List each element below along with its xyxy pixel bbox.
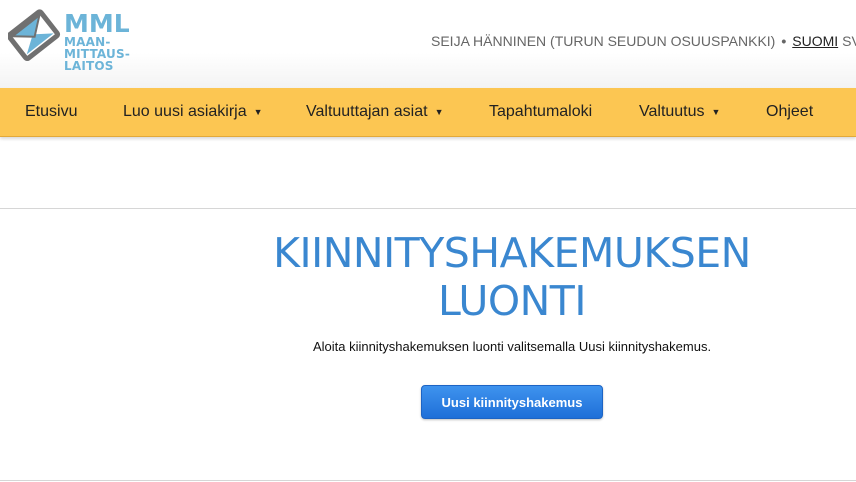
language-finnish-link[interactable]: SUOMI xyxy=(792,33,838,49)
nav-item-luo-uusi-asiakirja[interactable]: Luo uusi asiakirja ▼ xyxy=(123,88,263,136)
nav-item-ohjeet[interactable]: Ohjeet xyxy=(766,88,813,136)
nav-item-tapahtumaloki[interactable]: Tapahtumaloki xyxy=(489,88,592,136)
instruction-text: Aloita kiinnityshakemuksen luonti valits… xyxy=(312,339,712,354)
page-title: KIINNITYSHAKEMUKSEN LUONTI xyxy=(212,229,812,325)
nav-item-etusivu[interactable]: Etusivu xyxy=(25,88,77,136)
logo-main-text: MML xyxy=(64,9,130,38)
user-name: SEIJA HÄNNINEN (TURUN SEUDUN OSUUSPANKKI… xyxy=(431,33,776,49)
nav-item-label: Etusivu xyxy=(25,103,78,120)
mml-logo[interactable]: MML MAAN- MITTAUS- LAITOS xyxy=(8,6,130,72)
page-title-line-1: KIINNITYSHAKEMUKSEN xyxy=(273,229,751,277)
nav-item-label: Valtuuttajan asiat xyxy=(306,103,428,120)
nav-item-valtuuttajan-asiat[interactable]: Valtuuttajan asiat ▼ xyxy=(306,88,443,136)
nav-item-label: Tapahtumaloki xyxy=(489,103,593,120)
caret-down-icon: ▼ xyxy=(253,107,263,117)
page-header: MML MAAN- MITTAUS- LAITOS SEIJA HÄNNINEN… xyxy=(0,0,856,88)
separator: • xyxy=(781,33,787,49)
envelope-logo-icon xyxy=(8,9,61,62)
content-divider-top xyxy=(0,208,856,209)
page-title-line-2: LUONTI xyxy=(438,277,586,325)
caret-down-icon: ▼ xyxy=(434,107,444,117)
nav-item-label: Ohjeet xyxy=(766,103,814,120)
user-bar: SEIJA HÄNNINEN (TURUN SEUDUN OSUUSPANKKI… xyxy=(431,33,856,49)
content-divider-bottom xyxy=(0,480,856,481)
caret-down-icon: ▼ xyxy=(711,107,721,117)
new-mortgage-application-button[interactable]: Uusi kiinnityshakemus xyxy=(421,385,603,419)
logo-text: MML MAAN- MITTAUS- LAITOS xyxy=(64,11,130,72)
nav-item-label: Valtuutus xyxy=(639,103,705,120)
logo-line-3: LAITOS xyxy=(64,59,114,73)
nav-item-label: Luo uusi asiakirja xyxy=(123,103,247,120)
main-navigation: Etusivu Luo uusi asiakirja ▼ Valtuuttajan… xyxy=(0,88,856,137)
language-swedish-link[interactable]: SV xyxy=(842,33,856,49)
nav-item-valtuutus[interactable]: Valtuutus ▼ xyxy=(639,88,720,136)
